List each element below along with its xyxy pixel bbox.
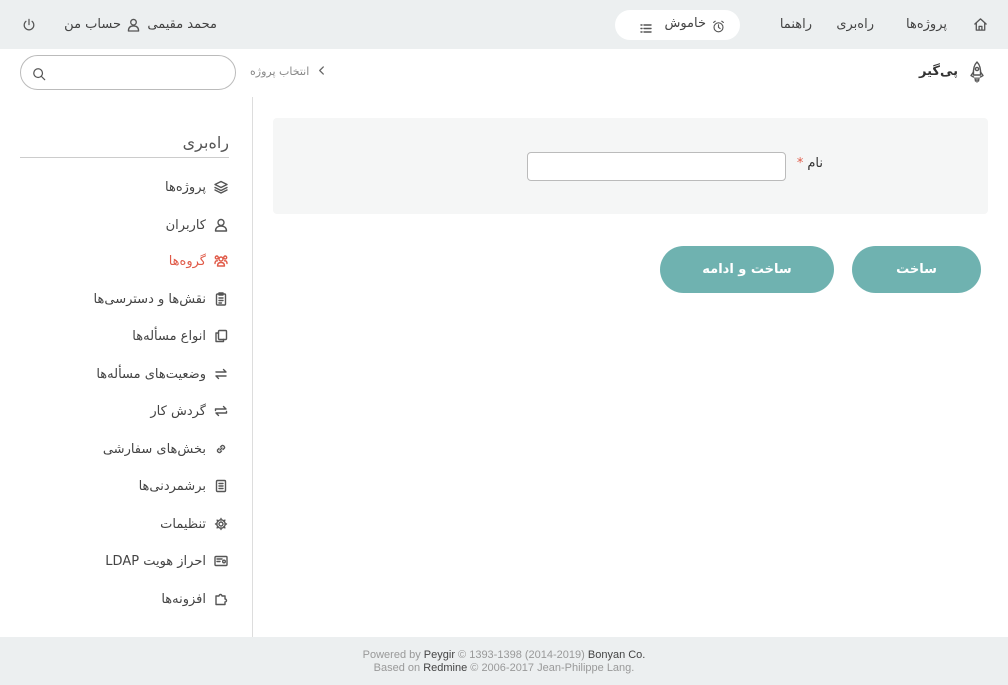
sidebar-item-label: گردش کار [150, 403, 206, 419]
sidebar-item-settings[interactable]: تنظیمات [160, 513, 228, 535]
user-icon [214, 218, 228, 232]
sidebar-item-trackers[interactable]: انواع مسأله‌ها [132, 325, 228, 347]
sidebar-item-label: بخش‌های سفارشی [102, 441, 206, 457]
link-icon [214, 442, 228, 456]
timer-status: خاموش [664, 16, 706, 31]
sidebar-item-label: نقش‌ها و دسترسی‌ها [93, 291, 206, 307]
list-icon [640, 19, 652, 38]
top-bar: پروژه‌ها راه‌بری راهنما خاموش محمد مقیمی… [0, 0, 1008, 49]
footer: Powered by Peygir © 1393-1398 (2014-2019… [0, 637, 1008, 685]
brand-name[interactable]: پی‌گیر [919, 64, 958, 79]
sidebar-item-label: برشمردنی‌ها [138, 478, 206, 494]
sidebar-item-groups[interactable]: گروه‌ها [169, 250, 228, 272]
sidebar-item-custom-fields[interactable]: بخش‌های سفارشی [103, 438, 228, 460]
copy-icon [214, 329, 228, 343]
layers-icon [214, 180, 228, 194]
group-icon [214, 254, 228, 268]
id-card-icon [214, 554, 228, 568]
alarm-clock-icon [712, 18, 725, 37]
sidebar-item-label: پروژه‌ها [165, 179, 206, 195]
sidebar-title-underline [20, 157, 229, 158]
sidebar-item-workflow[interactable]: گردش کار [150, 400, 228, 422]
sidebar-item-issue-statuses[interactable]: وضعیت‌های مسأله‌ها [96, 363, 228, 385]
sidebar-item-ldap[interactable]: احراز هویت LDAP [105, 550, 228, 572]
footer-copyright-2: © 2006-2017 Jean-Philippe Lang. [470, 662, 635, 674]
user-icon [127, 17, 140, 36]
sidebar-item-label: احراز هویت LDAP [105, 553, 206, 569]
timer-toggle[interactable]: خاموش [615, 10, 740, 40]
rocket-icon [968, 61, 986, 87]
search-box [20, 55, 236, 90]
list-doc-icon [214, 479, 228, 493]
sidebar-item-label: افزونه‌ها [161, 591, 206, 607]
sidebar-item-enumerations[interactable]: برشمردنی‌ها [139, 475, 228, 497]
footer-redmine-link[interactable]: Redmine [423, 662, 467, 674]
name-field[interactable] [527, 152, 786, 181]
home-icon[interactable] [973, 17, 988, 36]
nav-help[interactable]: راهنما [780, 16, 812, 34]
footer-peygir-link[interactable]: Peygir [424, 649, 455, 661]
name-field-label: نام* [797, 156, 823, 171]
search-input[interactable] [53, 62, 228, 83]
nav-admin[interactable]: راه‌بری [836, 16, 874, 34]
label-text: نام [807, 156, 823, 171]
my-account-link[interactable]: حساب من [64, 16, 121, 34]
clipboard-icon [214, 292, 228, 306]
puzzle-icon [214, 592, 228, 606]
footer-bonyan-link[interactable]: Bonyan Co. [588, 649, 645, 661]
required-mark: * [796, 156, 804, 171]
footer-based-on: Based on [373, 662, 421, 674]
sidebar-item-label: کاربران [165, 217, 206, 233]
footer-line-1: Powered by Peygir © 1393-1398 (2014-2019… [0, 649, 1008, 662]
create-button[interactable]: ساخت [852, 246, 981, 293]
footer-copyright-1: © 1393-1398 (2014-2019) [458, 649, 585, 661]
swap-icon [214, 367, 228, 381]
user-name[interactable]: محمد مقیمی [147, 16, 217, 34]
gear-icon [214, 517, 228, 531]
sidebar-item-label: تنظیمات [160, 516, 206, 532]
sidebar-title: راه‌بری [182, 133, 229, 152]
repeat-icon [214, 404, 228, 418]
sidebar-divider [252, 97, 253, 637]
footer-powered-by: Powered by [362, 649, 421, 661]
breadcrumb[interactable]: انتخاب پروژه [250, 65, 325, 78]
sidebar-item-label: وضعیت‌های مسأله‌ها [96, 366, 206, 382]
footer-line-2: Based on Redmine © 2006-2017 Jean-Philip… [0, 662, 1008, 675]
nav-projects[interactable]: پروژه‌ها [906, 16, 947, 34]
sidebar-item-label: انواع مسأله‌ها [132, 328, 206, 344]
power-icon[interactable] [22, 17, 36, 36]
sidebar-item-plugins[interactable]: افزونه‌ها [161, 588, 228, 610]
breadcrumb-select-project[interactable]: انتخاب پروژه [250, 65, 309, 78]
sidebar-item-label: گروه‌ها [168, 253, 206, 269]
chevron-left-icon [314, 65, 325, 78]
create-and-continue-button[interactable]: ساخت و ادامه [660, 246, 834, 293]
sidebar-item-projects[interactable]: پروژه‌ها [165, 176, 228, 198]
sidebar-item-roles[interactable]: نقش‌ها و دسترسی‌ها [94, 288, 228, 310]
sidebar-item-users[interactable]: کاربران [166, 214, 228, 236]
search-icon [32, 66, 46, 85]
